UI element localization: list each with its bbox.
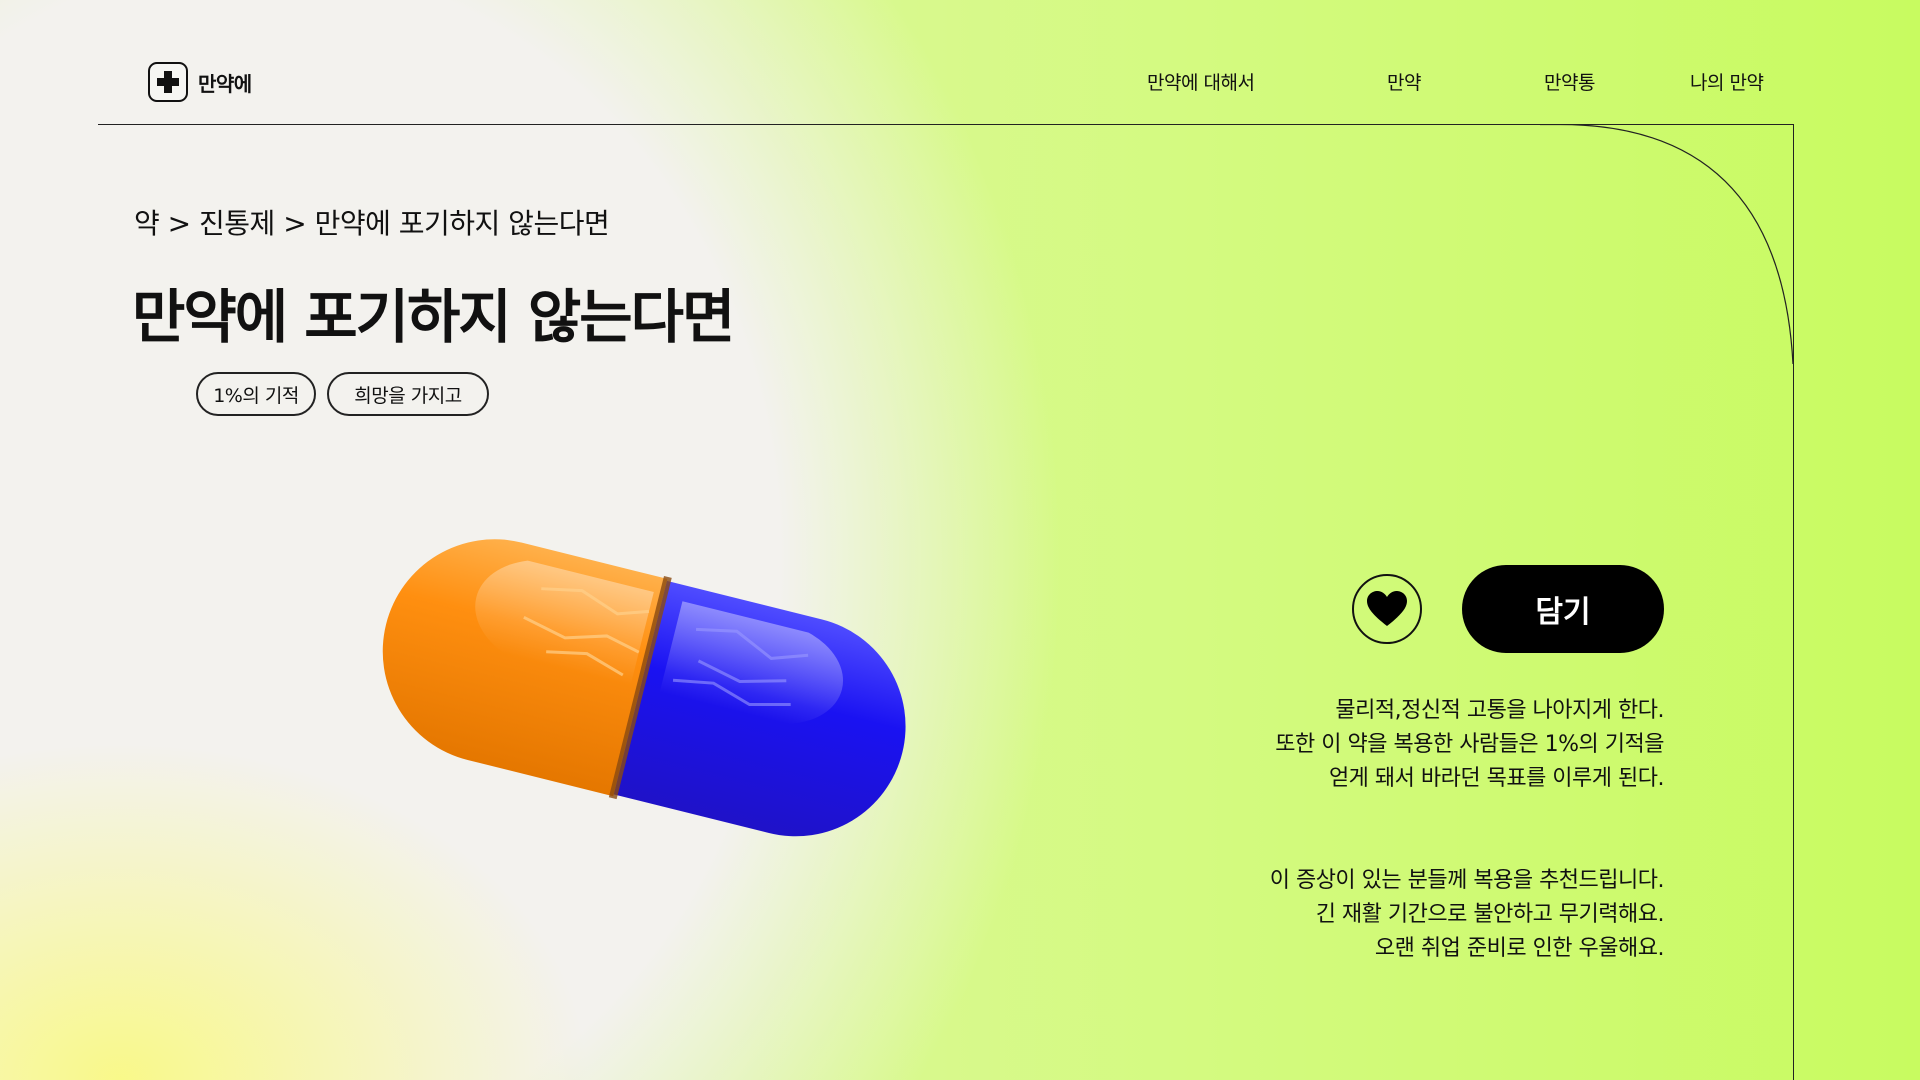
brand-logo[interactable]: 만약에 [148, 62, 252, 102]
recommend-line: 이 증상이 있는 분들께 복용을 추천드립니다. [1269, 868, 1665, 893]
tag-hope[interactable]: 희망을 가지고 [327, 372, 489, 416]
capsule-pill-image [382, 539, 906, 837]
frame-right-border [1793, 124, 1794, 1080]
nav-item-my-manyak[interactable]: 나의 만약 [1690, 68, 1764, 95]
effects-line: 또한 이 약을 복용한 사람들은 1%의 기적을 [1275, 732, 1664, 757]
recommend-line: 긴 재활 기간으로 불안하고 무기력해요. [1315, 902, 1665, 927]
plus-icon [148, 62, 188, 102]
breadcrumb: 약 > 진통제 > 만약에 포기하지 않는다면 [134, 207, 610, 240]
top-nav: 만약에 만약에 대해서 만약 만약통 나의 만약 [0, 0, 1920, 124]
frame-corner-curve [1540, 124, 1794, 364]
nav-item-manyak-tong[interactable]: 만약통 [1544, 68, 1595, 95]
tag-miracle[interactable]: 1%의 기적 [196, 372, 316, 416]
favorite-button[interactable] [1352, 574, 1422, 644]
recommendation-text: 이 증상이 있는 분들께 복용을 추천드립니다. 긴 재활 기간으로 불안하고 … [1269, 864, 1665, 966]
header-divider [98, 124, 1793, 125]
effects-line: 물리적,정신적 고통을 나아지게 한다. [1335, 698, 1664, 723]
heart-icon [1367, 591, 1407, 626]
add-to-cart-button[interactable]: 담기 [1462, 565, 1664, 653]
nav-item-manyak[interactable]: 만약 [1387, 68, 1421, 95]
effects-line: 얻게 돼서 바라던 목표를 이루게 된다. [1328, 766, 1665, 791]
page-title: 만약에 포기하지 않는다면 [132, 283, 735, 351]
nav-item-about[interactable]: 만약에 대해서 [1147, 68, 1255, 95]
brand-name: 만약에 [198, 71, 252, 96]
recommend-line: 오랜 취업 준비로 인한 우울해요. [1374, 936, 1665, 961]
product-effects: 물리적,정신적 고통을 나아지게 한다. 또한 이 약을 복용한 사람들은 1%… [1275, 694, 1664, 796]
